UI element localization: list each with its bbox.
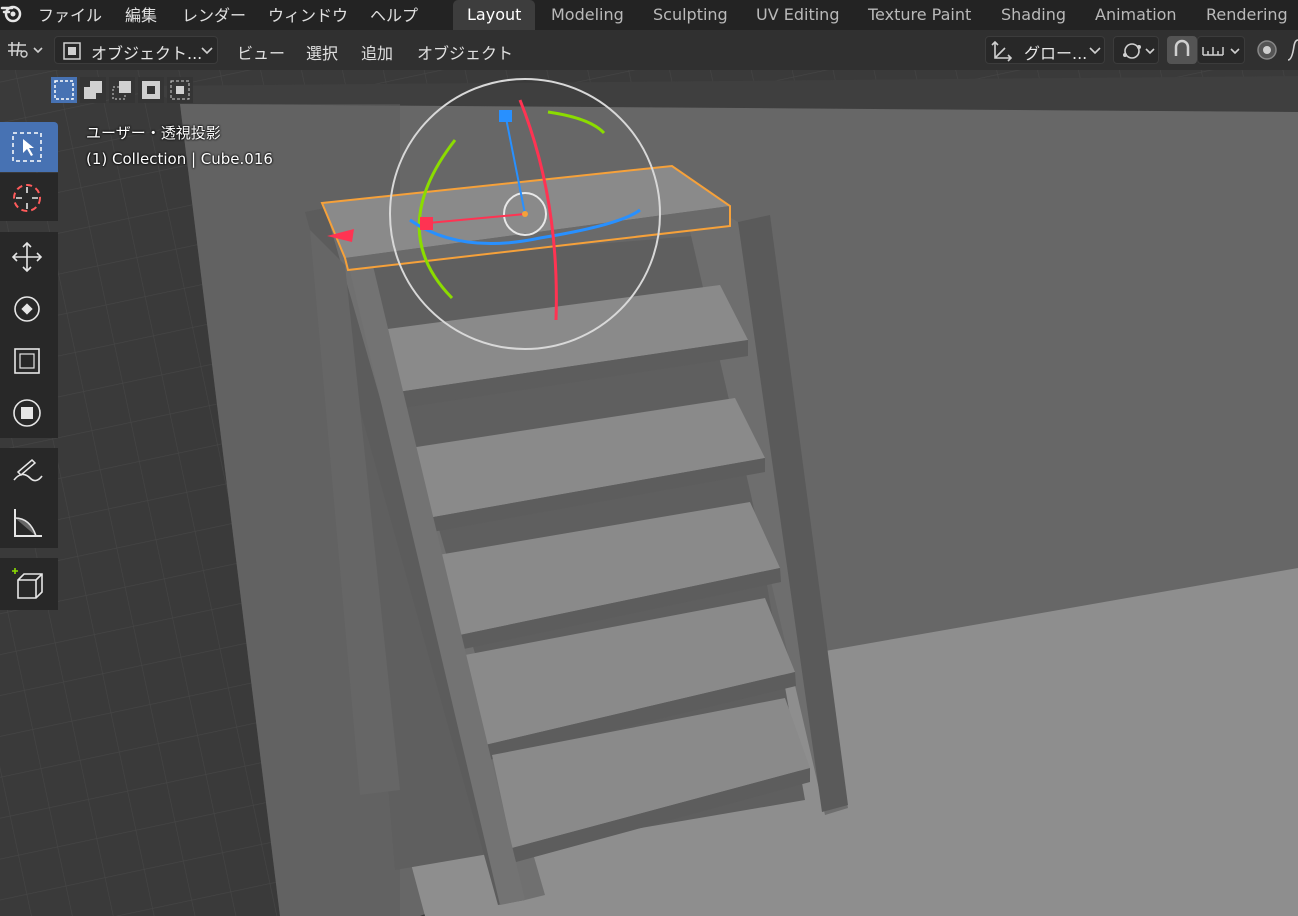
editor-type-button[interactable] [2,36,46,64]
tab-sculpting[interactable]: Sculpting [639,0,742,30]
blender-logo-icon[interactable] [0,0,26,26]
tab-rendering[interactable]: Rendering [1192,0,1298,30]
pivot-dropdown[interactable] [1113,36,1159,64]
menu-file[interactable]: ファイル [38,2,102,26]
tool-annotate[interactable] [0,448,58,498]
tool-scale[interactable] [0,336,58,388]
add-cube-icon [12,568,43,599]
3d-viewport[interactable]: ユーザー・透視投影 (1) Collection | Cube.016 [0,70,1298,916]
scale-icon [14,348,40,374]
menu-help[interactable]: ヘルプ [370,2,418,26]
tool-measure[interactable] [0,498,58,548]
chevron-down-icon [1089,47,1101,55]
annotate-icon [13,458,43,482]
menu-select[interactable]: 選択 [306,40,338,64]
select-mode-invert[interactable] [138,77,164,103]
object-info-label: (1) Collection | Cube.016 [86,150,273,168]
tab-texture-paint[interactable]: Texture Paint [854,0,985,30]
orientation-label: グロー... [1024,44,1088,63]
snap-toggle[interactable] [1167,36,1197,64]
select-mode-subtract[interactable] [109,77,135,103]
tab-modeling[interactable]: Modeling [537,0,638,30]
tool-add-cube[interactable] [0,558,58,610]
select-subtract-icon [112,81,131,100]
select-intersect-icon [170,80,190,100]
snap-increment-icon [1202,47,1240,56]
tool-cursor[interactable] [0,173,58,221]
tool-move[interactable] [0,232,58,284]
mode-dropdown[interactable]: オブジェクト... [54,36,218,64]
snap-icon [1174,39,1190,56]
tool-rotate[interactable] [0,284,58,336]
transform-icon [13,399,41,427]
menu-render[interactable]: レンダー [182,2,246,26]
editor-type-icon [8,41,43,58]
select-new-icon [54,80,74,100]
move-icon [11,241,43,273]
menu-edit[interactable]: 編集 [125,2,157,26]
cursor-icon [13,184,41,212]
select-box-icon [12,132,42,162]
tool-transform[interactable] [0,388,58,438]
transform-orientation-icon [991,40,1013,62]
menu-object[interactable]: オブジェクト [417,40,513,64]
falloff-icon[interactable] [1286,36,1298,64]
menu-add[interactable]: 追加 [361,40,393,64]
tab-layout[interactable]: Layout [453,0,536,30]
chevron-down-icon [201,47,213,55]
tool-select-box[interactable] [0,122,58,172]
snap-target-dropdown[interactable] [1197,36,1245,64]
top-bar: ファイル 編集 レンダー ウィンドウ ヘルプ Layout Modeling S… [0,0,1298,30]
menu-view[interactable]: ビュー [237,40,285,64]
select-mode-new[interactable] [51,77,77,103]
measure-icon [14,509,42,537]
viewport-header: オブジェクト... ビュー 選択 追加 オブジェクト グロー... [0,30,1298,70]
menu-window[interactable]: ウィンドウ [268,2,348,26]
select-mode-intersect[interactable] [167,77,193,103]
select-invert-icon [142,81,160,99]
mode-label: オブジェクト... [91,44,203,63]
select-extend-icon [84,81,102,99]
object-mode-icon [63,42,81,60]
proportional-editing-icon [1257,40,1277,60]
tab-uv-editing[interactable]: UV Editing [742,0,853,30]
scene-canvas [0,70,1298,916]
proportional-editing-toggle[interactable] [1252,36,1282,64]
orientation-dropdown[interactable]: グロー... [985,36,1105,64]
view-name-label: ユーザー・透視投影 [86,124,221,142]
tab-shading[interactable]: Shading [987,0,1080,30]
select-mode-extend[interactable] [80,77,106,103]
tab-animation[interactable]: Animation [1081,0,1191,30]
rotate-icon [14,296,40,322]
pivot-point-icon [1123,43,1155,59]
